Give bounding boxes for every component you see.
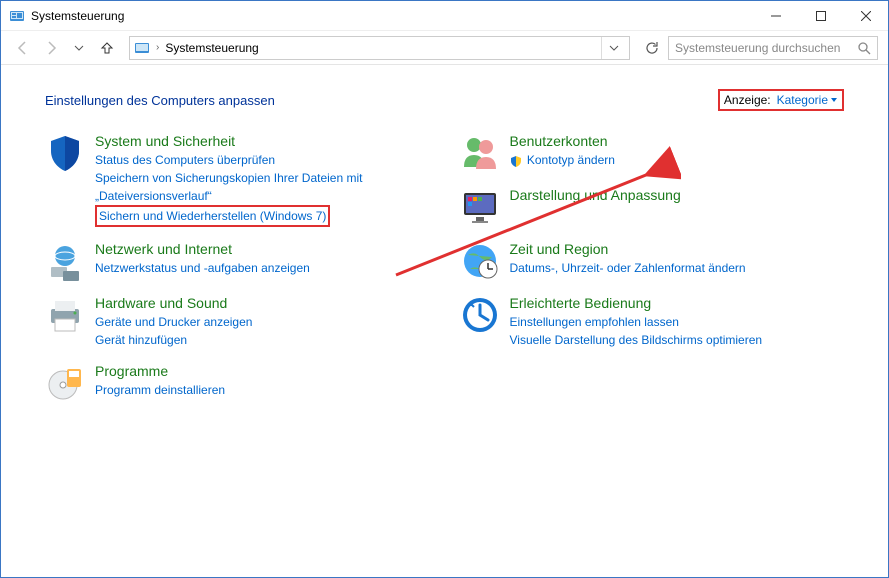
- forward-button[interactable]: [39, 36, 63, 60]
- task-link[interactable]: Gerät hinzufügen: [95, 331, 252, 349]
- maximize-button[interactable]: [798, 1, 843, 31]
- task-link[interactable]: Speichern von Sicherungskopien Ihrer Dat…: [95, 169, 430, 205]
- uac-shield-icon: [510, 155, 522, 167]
- task-link[interactable]: Programm deinstallieren: [95, 381, 225, 399]
- address-dropdown-button[interactable]: [601, 37, 625, 59]
- control-panel-icon: [9, 8, 25, 24]
- network-icon: [45, 241, 85, 281]
- monitor-icon: [460, 187, 500, 227]
- titlebar: Systemsteuerung: [1, 1, 888, 31]
- clock-globe-icon: [460, 241, 500, 281]
- category-system-security: System und Sicherheit Status des Compute…: [45, 133, 430, 227]
- search-placeholder: Systemsteuerung durchsuchen: [675, 41, 840, 55]
- task-link[interactable]: Geräte und Drucker anzeigen: [95, 313, 252, 331]
- category-title[interactable]: Programme: [95, 363, 225, 379]
- view-by-selector[interactable]: Anzeige: Kategorie: [718, 89, 844, 111]
- task-link[interactable]: Datums-, Uhrzeit- oder Zahlenformat ände…: [510, 259, 746, 277]
- ease-of-access-icon: [460, 295, 500, 335]
- task-link[interactable]: Netzwerkstatus und -aufgaben anzeigen: [95, 259, 310, 277]
- address-bar[interactable]: › Systemsteuerung: [129, 36, 630, 60]
- recent-button[interactable]: [67, 36, 91, 60]
- printer-icon: [45, 295, 85, 335]
- up-button[interactable]: [95, 36, 119, 60]
- task-link[interactable]: Status des Computers überprüfen: [95, 151, 430, 169]
- minimize-button[interactable]: [753, 1, 798, 31]
- category-ease-of-access: Erleichterte Bedienung Einstellungen emp…: [460, 295, 845, 349]
- shield-icon: [45, 133, 85, 173]
- highlighted-task: Sichern und Wiederherstellen (Windows 7): [95, 205, 330, 227]
- navigation-bar: › Systemsteuerung Systemsteuerung durchs…: [1, 31, 888, 65]
- search-input[interactable]: Systemsteuerung durchsuchen: [668, 36, 878, 60]
- category-title[interactable]: Benutzerkonten: [510, 133, 615, 149]
- category-time: Zeit und Region Datums-, Uhrzeit- oder Z…: [460, 241, 845, 281]
- category-title[interactable]: Netzwerk und Internet: [95, 241, 310, 257]
- disc-icon: [45, 363, 85, 403]
- search-icon: [857, 41, 871, 55]
- users-icon: [460, 133, 500, 173]
- category-title[interactable]: Erleichterte Bedienung: [510, 295, 763, 311]
- left-column: System und Sicherheit Status des Compute…: [45, 133, 430, 417]
- back-button[interactable]: [11, 36, 35, 60]
- category-hardware: Hardware und Sound Geräte und Drucker an…: [45, 295, 430, 349]
- view-by-value[interactable]: Kategorie: [777, 93, 838, 107]
- category-title[interactable]: System und Sicherheit: [95, 133, 430, 149]
- category-title[interactable]: Hardware und Sound: [95, 295, 252, 311]
- task-link-backup-restore[interactable]: Sichern und Wiederherstellen (Windows 7): [99, 207, 326, 225]
- category-title[interactable]: Zeit und Region: [510, 241, 746, 257]
- refresh-button[interactable]: [640, 36, 664, 60]
- right-column: Benutzerkonten Kontotyp ändern Darstellu…: [460, 133, 845, 417]
- category-users: Benutzerkonten Kontotyp ändern: [460, 133, 845, 173]
- category-network: Netzwerk und Internet Netzwerkstatus und…: [45, 241, 430, 281]
- task-link[interactable]: Einstellungen empfohlen lassen: [510, 313, 763, 331]
- view-by-label: Anzeige:: [724, 93, 771, 107]
- chevron-right-icon: ›: [156, 42, 159, 53]
- window-title: Systemsteuerung: [31, 9, 753, 23]
- task-link[interactable]: Visuelle Darstellung des Bildschirms opt…: [510, 331, 763, 349]
- breadcrumb[interactable]: Systemsteuerung: [165, 41, 258, 55]
- category-appearance: Darstellung und Anpassung: [460, 187, 845, 227]
- close-button[interactable]: [843, 1, 888, 31]
- control-panel-icon: [134, 40, 150, 56]
- content-area: Einstellungen des Computers anpassen Anz…: [1, 65, 888, 417]
- chevron-down-icon: [830, 96, 838, 104]
- category-programs: Programme Programm deinstallieren: [45, 363, 430, 403]
- category-title[interactable]: Darstellung und Anpassung: [510, 187, 681, 203]
- task-link[interactable]: Kontotyp ändern: [527, 153, 615, 167]
- page-title: Einstellungen des Computers anpassen: [45, 93, 275, 108]
